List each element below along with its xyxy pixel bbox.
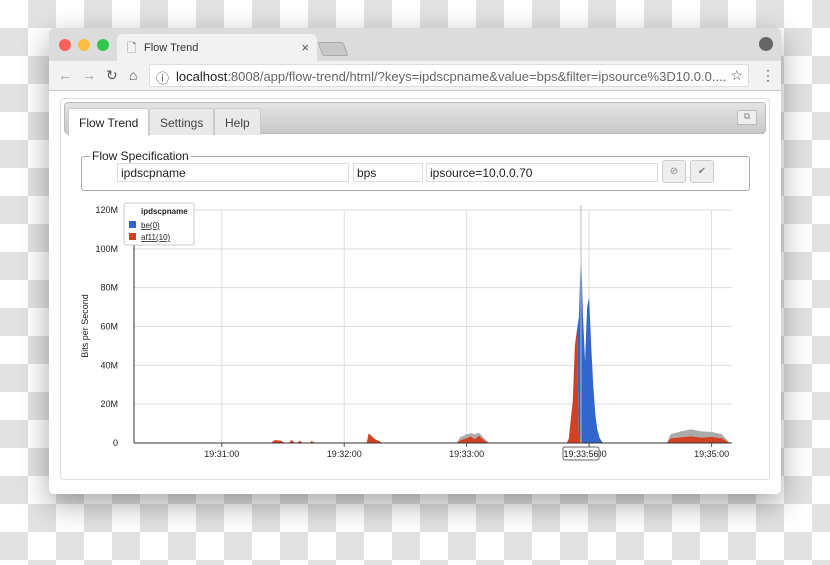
minimize-window-button[interactable] (78, 39, 90, 51)
area-af11 (134, 248, 732, 443)
legend-item-af11[interactable]: be(0) (141, 221, 160, 230)
x-tick-label: 19:31:00 (204, 449, 239, 459)
filter-input[interactable]: ipsource=10.0.0.70 (426, 163, 658, 182)
forward-icon[interactable]: → (82, 67, 96, 83)
tab-title: Flow Trend (144, 42, 199, 54)
legend-item-be[interactable]: af11(10) (141, 233, 171, 242)
url-host: localhost (176, 69, 228, 84)
url-path: :8008/app/flow-trend/html/?keys=ipdscpna… (227, 69, 727, 84)
home-icon[interactable]: ⌂ (129, 67, 137, 83)
tab-bar: Flow Trend Settings Help ⧉ (64, 102, 766, 136)
address-bar-row: ← → ↻ ⌂ ⓘ localhost:8008/app/flow-trend/… (49, 61, 781, 91)
area-be (134, 330, 732, 443)
reload-icon[interactable]: ↻ (106, 67, 118, 84)
submit-button[interactable]: ✔ (690, 160, 714, 183)
page-icon: 🗋 (127, 41, 137, 55)
y-tick-label: 20M (100, 399, 118, 409)
tab-help[interactable]: Help (214, 108, 261, 135)
legend-swatch-be (129, 233, 136, 240)
y-tick-label: 0 (113, 438, 118, 448)
tab-settings[interactable]: Settings (149, 108, 215, 135)
x-tick-label: 19:33:00 (449, 449, 484, 459)
flow-trend-chart[interactable]: 0 20M 40M 60M 80M 100M 120M 19:31:00 19:32:00 19:… (75, 200, 740, 465)
close-window-button[interactable] (59, 39, 71, 51)
back-icon[interactable]: ← (58, 67, 72, 83)
cursor-label: 19:33:56 (563, 449, 598, 459)
new-tab-button[interactable] (317, 42, 349, 56)
info-icon: ⓘ (156, 71, 170, 86)
keys-input[interactable]: ipdscpname (117, 163, 349, 182)
close-tab-icon[interactable]: × (301, 40, 309, 55)
title-bar: 🗋 Flow Trend × (49, 28, 781, 61)
y-tick-label: 100M (95, 244, 118, 254)
spec-inputs: ipdscpname bps ipsource=10.0.0.70 ⊘ ✔ (81, 149, 750, 191)
x-tick-label: 19:35:00 (694, 449, 729, 459)
y-tick-label: 80M (100, 283, 118, 293)
clear-button[interactable]: ⊘ (662, 160, 686, 183)
y-tick-label: 120M (95, 205, 118, 215)
legend-title: ipdscpname (141, 207, 188, 216)
url-field[interactable]: ⓘ localhost:8008/app/flow-trend/html/?ke… (149, 64, 749, 87)
y-tick-label: 60M (100, 322, 118, 332)
tab-flow-trend[interactable]: Flow Trend (68, 108, 150, 136)
area-other (134, 248, 732, 443)
y-tick-label: 40M (100, 360, 118, 370)
maximize-window-button[interactable] (97, 39, 109, 51)
bookmark-star-icon[interactable]: ☆ (730, 67, 743, 84)
popout-icon[interactable]: ⧉ (737, 110, 757, 125)
profile-icon[interactable] (759, 37, 773, 51)
y-axis-label: Bits per Second (80, 294, 90, 358)
value-input[interactable]: bps (353, 163, 423, 182)
browser-tab[interactable]: 🗋 Flow Trend × (117, 34, 317, 61)
x-tick-label: 19:32:00 (327, 449, 362, 459)
menu-icon[interactable]: ⋮ (761, 67, 775, 84)
legend-swatch-af11 (129, 221, 136, 228)
